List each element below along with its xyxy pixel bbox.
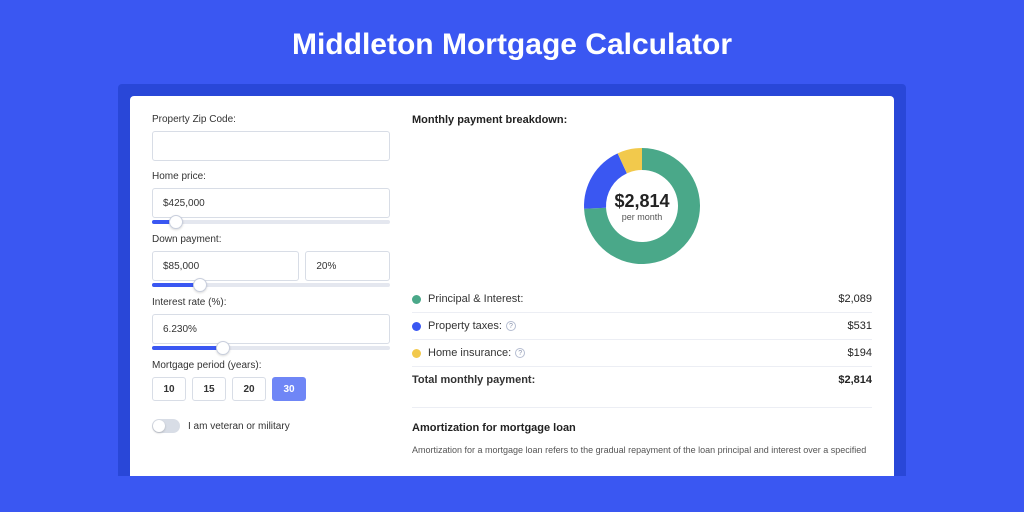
legend-row: Home insurance:? $194 (412, 339, 872, 366)
interest-rate-input[interactable] (152, 314, 390, 344)
mortgage-period-buttons: 10152030 (152, 377, 390, 401)
donut-sub: per month (614, 212, 669, 222)
period-btn-10[interactable]: 10 (152, 377, 186, 401)
outer-card: Property Zip Code: Home price: Down paym… (118, 84, 906, 476)
down-payment-group: Down payment: (152, 234, 390, 287)
period-btn-20[interactable]: 20 (232, 377, 266, 401)
amortization-heading: Amortization for mortgage loan (412, 422, 872, 434)
info-icon[interactable]: ? (506, 321, 516, 331)
home-price-slider[interactable] (152, 220, 390, 224)
legend: Principal & Interest: $2,089 Property taxe… (412, 286, 872, 366)
veteran-label: I am veteran or military (188, 421, 290, 432)
legend-dot (412, 322, 421, 331)
amortization-section: Amortization for mortgage loan Amortizat… (412, 407, 872, 458)
down-payment-label: Down payment: (152, 234, 390, 245)
calculator-card: Property Zip Code: Home price: Down paym… (130, 96, 894, 476)
donut-center: $2,814 per month (614, 191, 669, 222)
donut-chart: $2,814 per month (412, 136, 872, 276)
interest-rate-label: Interest rate (%): (152, 297, 390, 308)
toggle-knob (153, 420, 165, 432)
donut-amount: $2,814 (614, 191, 669, 212)
legend-amount: $194 (848, 347, 872, 359)
mortgage-period-group: Mortgage period (years): 10152030 (152, 360, 390, 401)
down-payment-slider[interactable] (152, 283, 390, 287)
legend-amount: $2,089 (838, 293, 872, 305)
legend-total-row: Total monthly payment: $2,814 (412, 366, 872, 393)
down-payment-percent-input[interactable] (305, 251, 390, 281)
zip-label: Property Zip Code: (152, 114, 390, 125)
legend-row: Property taxes:? $531 (412, 312, 872, 339)
mortgage-period-label: Mortgage period (years): (152, 360, 390, 371)
veteran-toggle[interactable] (152, 419, 180, 433)
breakdown-heading: Monthly payment breakdown: (412, 114, 872, 126)
page-title: Middleton Mortgage Calculator (0, 0, 1024, 84)
home-price-label: Home price: (152, 171, 390, 182)
info-icon[interactable]: ? (515, 348, 525, 358)
zip-input[interactable] (152, 131, 390, 161)
amortization-text: Amortization for a mortgage loan refers … (412, 444, 872, 458)
zip-group: Property Zip Code: (152, 114, 390, 161)
legend-total-label: Total monthly payment: (412, 374, 535, 386)
home-price-group: Home price: (152, 171, 390, 224)
home-price-input[interactable] (152, 188, 390, 218)
legend-label: Home insurance:? (428, 347, 525, 359)
period-btn-30[interactable]: 30 (272, 377, 306, 401)
period-btn-15[interactable]: 15 (192, 377, 226, 401)
form-column: Property Zip Code: Home price: Down paym… (152, 114, 390, 476)
legend-label: Principal & Interest: (428, 293, 523, 305)
interest-rate-slider[interactable] (152, 346, 390, 350)
legend-amount: $531 (848, 320, 872, 332)
down-payment-amount-input[interactable] (152, 251, 299, 281)
veteran-row: I am veteran or military (152, 419, 390, 433)
legend-label: Property taxes:? (428, 320, 516, 332)
breakdown-column: Monthly payment breakdown: $2,814 per mo… (412, 114, 872, 476)
legend-dot (412, 349, 421, 358)
interest-rate-group: Interest rate (%): (152, 297, 390, 350)
legend-row: Principal & Interest: $2,089 (412, 286, 872, 312)
legend-dot (412, 295, 421, 304)
legend-total-amount: $2,814 (838, 374, 872, 386)
